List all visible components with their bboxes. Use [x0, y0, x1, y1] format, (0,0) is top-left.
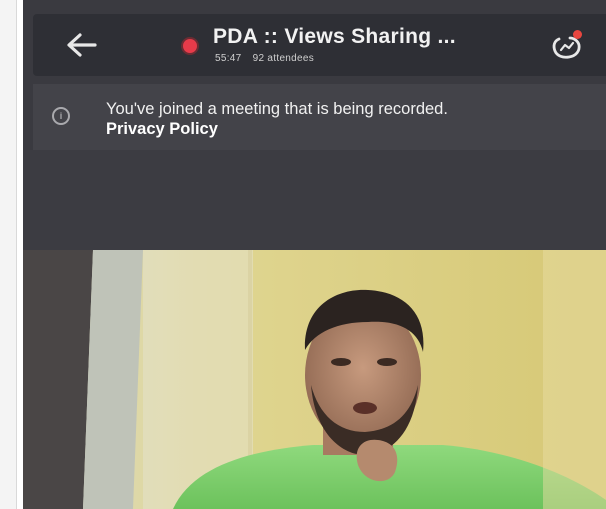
meeting-title[interactable]: PDA :: Views Sharing ... [213, 25, 533, 49]
privacy-policy-link[interactable]: Privacy Policy [106, 120, 218, 139]
notification-badge [573, 30, 582, 39]
info-icon: i [52, 107, 70, 125]
meeting-subtitle: 55:47 92 attendees [215, 53, 314, 64]
arrow-left-icon[interactable] [63, 30, 99, 60]
meeting-header: PDA :: Views Sharing ... 55:47 92 attend… [33, 14, 606, 76]
header-spacer [23, 150, 606, 250]
left-margin [0, 0, 17, 509]
recording-banner: i You've joined a meeting that is being … [33, 84, 606, 150]
recording-indicator [183, 39, 197, 53]
video-frame-image [23, 250, 606, 509]
banner-message: You've joined a meeting that is being re… [106, 100, 448, 118]
attendee-count: 92 attendees [252, 53, 315, 64]
meeting-app: PDA :: Views Sharing ... 55:47 92 attend… [23, 0, 606, 509]
participant-video[interactable] [23, 250, 606, 509]
meeting-duration: 55:47 [215, 53, 242, 64]
screenshot-frame: PDA :: Views Sharing ... 55:47 92 attend… [0, 0, 606, 509]
